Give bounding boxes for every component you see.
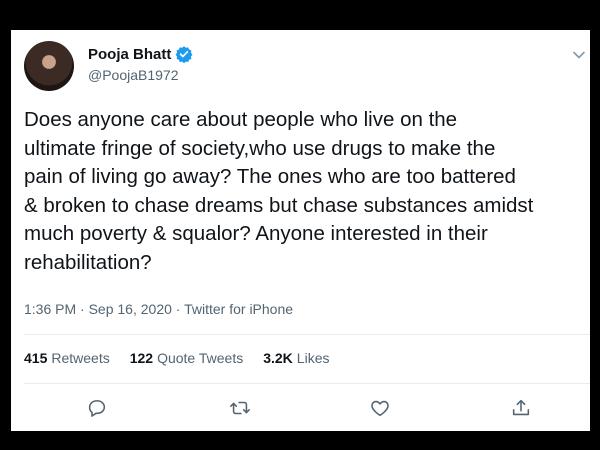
retweets-stat[interactable]: 415 Retweets — [24, 350, 110, 366]
avatar[interactable] — [24, 41, 74, 91]
tweet-source[interactable]: Twitter for iPhone — [184, 301, 293, 317]
tweet-stats: 415 Retweets 122 Quote Tweets 3.2K Likes — [24, 350, 329, 366]
meta-separator: · — [171, 301, 185, 317]
likes-label: Likes — [296, 350, 330, 366]
quote-tweets-stat[interactable]: 122 Quote Tweets — [130, 350, 244, 366]
reply-icon — [88, 400, 106, 417]
tweet-card: Pooja Bhatt @PoojaB1972 Does anyone care… — [11, 30, 590, 431]
tweet-text: Does anyone care about people who live o… — [24, 106, 590, 277]
reply-button[interactable] — [85, 396, 109, 420]
likes-stat[interactable]: 3.2K Likes — [263, 350, 329, 366]
retweets-label: Retweets — [51, 350, 110, 366]
tweet-text-line: Does anyone care about people who live o… — [24, 108, 458, 131]
retweets-count: 415 — [24, 350, 48, 366]
meta-separator: · — [76, 301, 89, 317]
more-options-chevron-icon[interactable] — [568, 44, 590, 66]
tweet-date[interactable]: Sep 16, 2020 — [89, 301, 172, 317]
tweet-text-line: pain of living go away? The ones who are… — [24, 165, 516, 188]
tweet-text-line: & broken to chase dreams but chase subst… — [24, 193, 534, 217]
author-handle[interactable]: @PoojaB1972 — [88, 67, 179, 83]
divider — [24, 334, 590, 335]
tweet-meta: 1:36 PM · Sep 16, 2020 · Twitter for iPh… — [24, 301, 293, 317]
tweet-text-line: much poverty & squalor? Anyone intereste… — [24, 222, 488, 245]
like-icon — [371, 400, 389, 417]
quote-tweets-count: 122 — [129, 350, 154, 366]
likes-count: 3.2K — [263, 350, 293, 366]
quote-tweets-label: Quote Tweets — [157, 350, 244, 366]
like-button[interactable] — [368, 396, 392, 420]
tweet-time[interactable]: 1:36 PM — [24, 301, 76, 317]
verified-badge-icon — [175, 46, 193, 63]
retweet-button[interactable] — [228, 396, 252, 420]
retweet-icon — [230, 401, 250, 415]
share-icon — [512, 399, 530, 416]
tweet-text-line: rehabilitation? — [24, 250, 152, 274]
tweet-text-line: ultimate fringe of society,who use drugs… — [24, 136, 496, 160]
author-name-row[interactable]: Pooja Bhatt — [88, 45, 193, 63]
author-name[interactable]: Pooja Bhatt — [88, 46, 171, 63]
divider — [24, 383, 590, 384]
share-button[interactable] — [509, 396, 533, 420]
